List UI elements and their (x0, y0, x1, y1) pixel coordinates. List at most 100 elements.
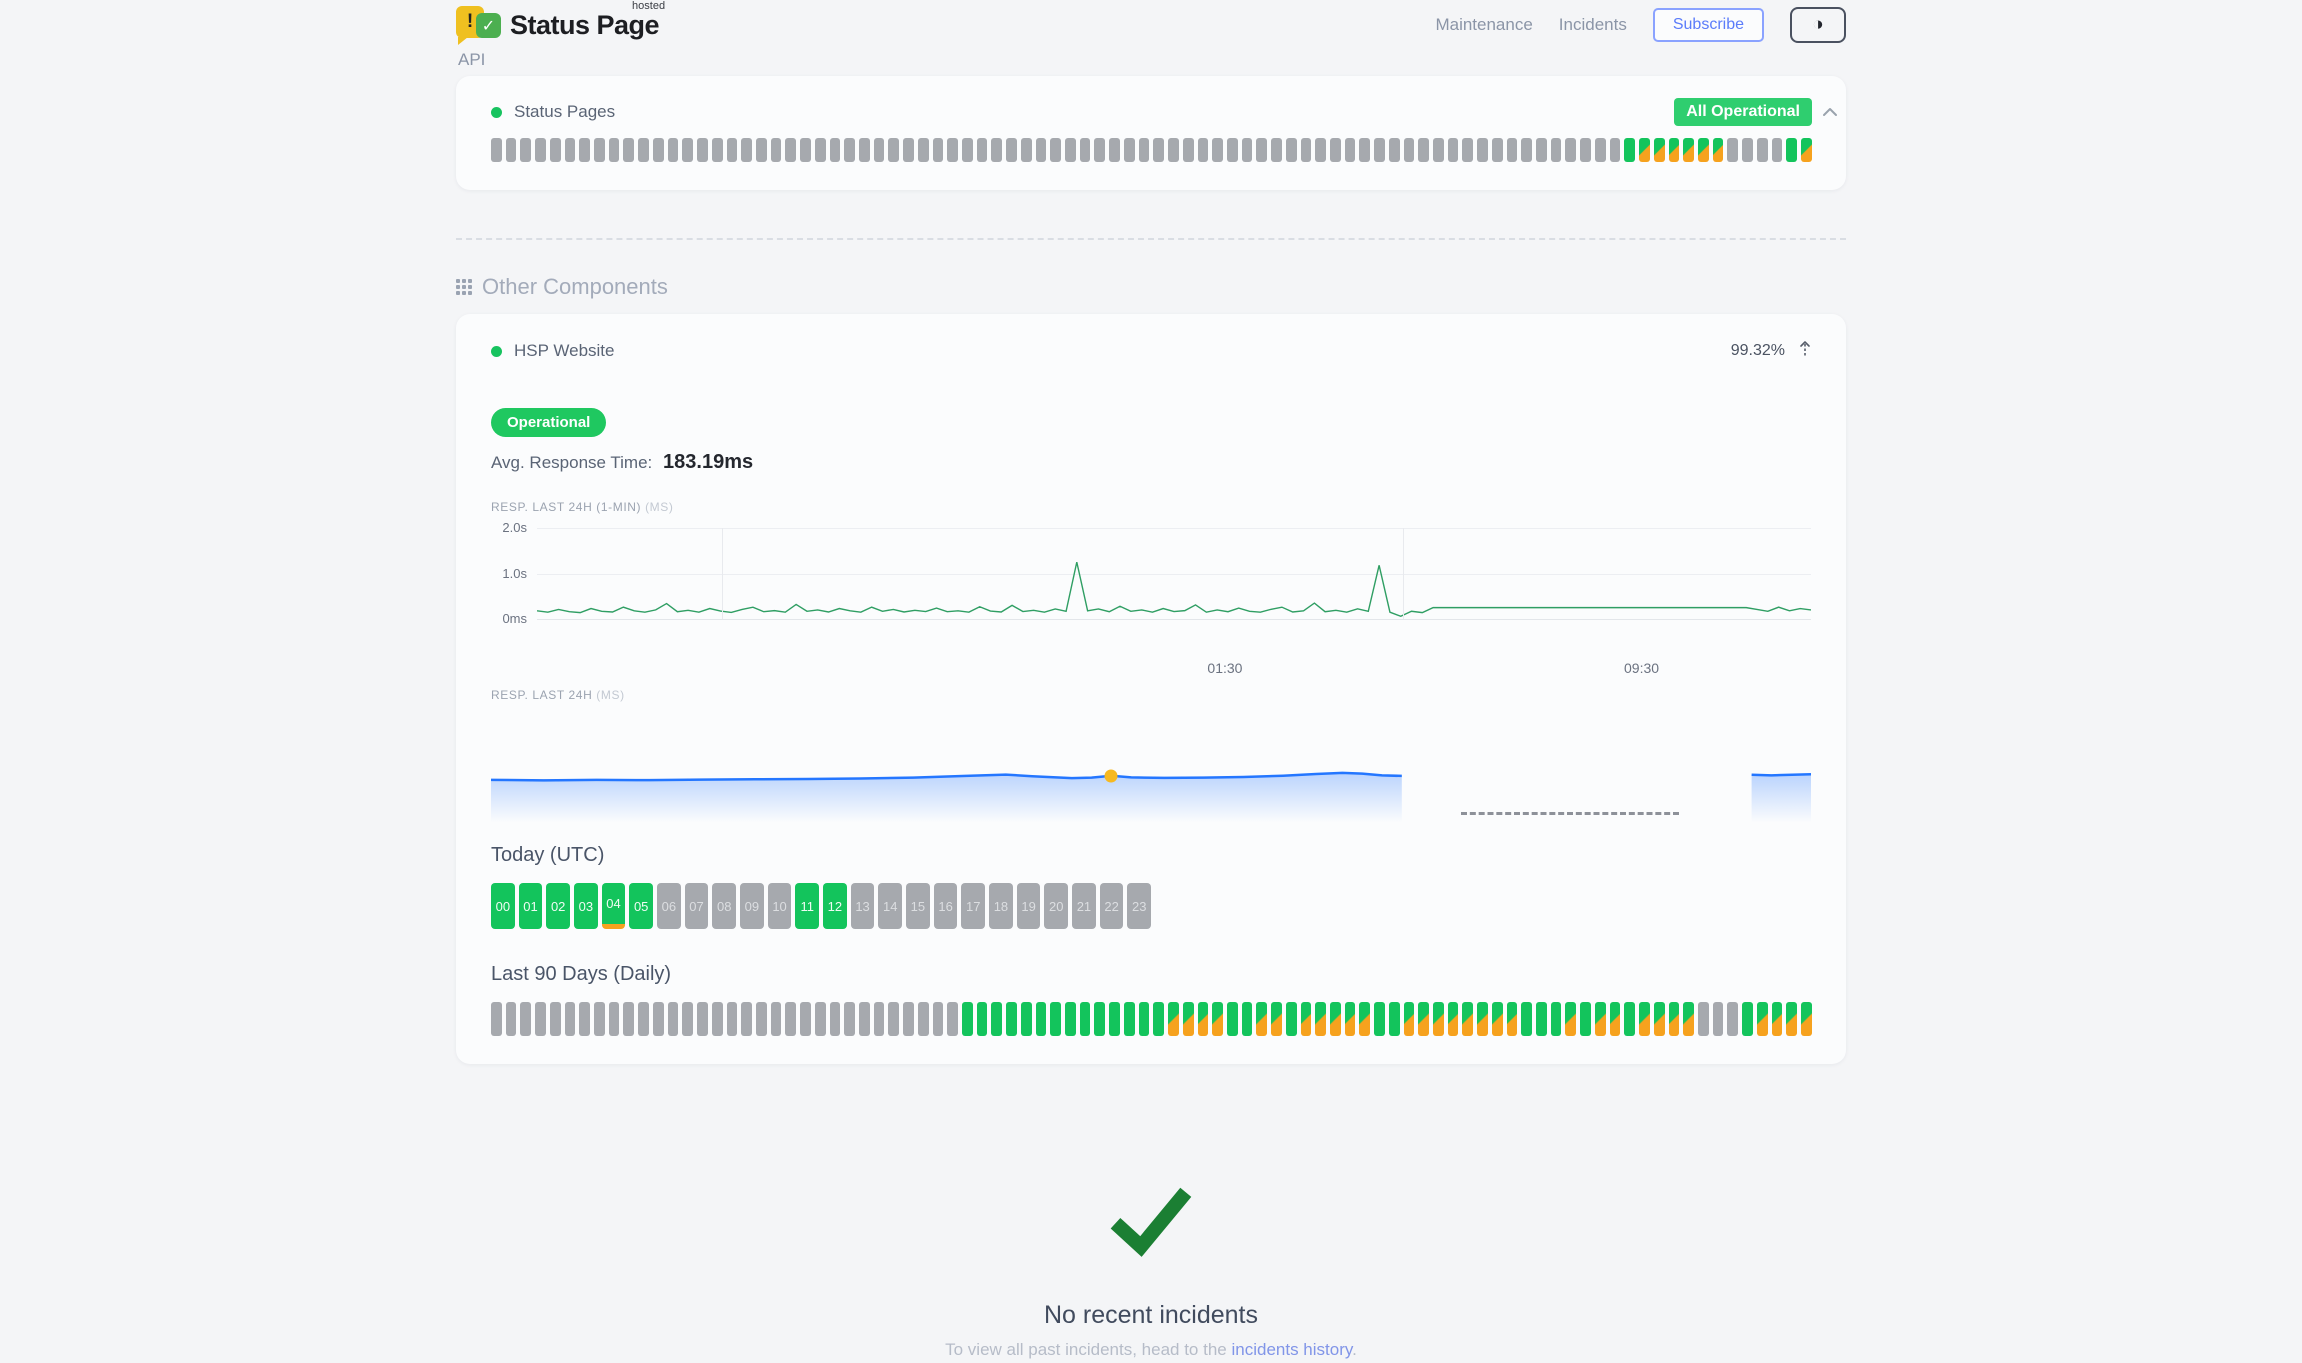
uptime-bar[interactable] (623, 1002, 634, 1036)
uptime-bar[interactable] (565, 138, 576, 162)
uptime-bar[interactable] (771, 138, 782, 162)
uptime-bar[interactable] (1536, 138, 1547, 162)
uptime-bar[interactable] (1786, 138, 1797, 162)
uptime-bar[interactable] (991, 138, 1002, 162)
uptime-bar[interactable] (1315, 138, 1326, 162)
uptime-bar[interactable] (1433, 1002, 1444, 1036)
uptime-bar[interactable] (1683, 138, 1694, 162)
uptime-bar[interactable] (741, 138, 752, 162)
uptime-bar[interactable] (962, 1002, 973, 1036)
uptime-bar[interactable] (1462, 1002, 1473, 1036)
uptime-bar[interactable] (1801, 138, 1812, 162)
uptime-bar[interactable] (1198, 1002, 1209, 1036)
uptime-bar[interactable] (1772, 1002, 1783, 1036)
uptime-bar[interactable] (1036, 1002, 1047, 1036)
uptime-bar[interactable] (1036, 138, 1047, 162)
uptime-bar[interactable] (697, 138, 708, 162)
uptime-bar[interactable] (1168, 138, 1179, 162)
uptime-bar[interactable] (1389, 138, 1400, 162)
uptime-bar[interactable] (712, 1002, 723, 1036)
uptime-bar[interactable] (1639, 138, 1650, 162)
hour-block-16[interactable]: 16 (934, 883, 958, 929)
uptime-bar[interactable] (1139, 138, 1150, 162)
uptime-bar[interactable] (506, 138, 517, 162)
hour-block-01[interactable]: 01 (519, 883, 543, 929)
hour-block-21[interactable]: 21 (1072, 883, 1096, 929)
uptime-bar[interactable] (1698, 1002, 1709, 1036)
uptime-bar[interactable] (1021, 1002, 1032, 1036)
uptime-bar[interactable] (1595, 138, 1606, 162)
uptime-bar[interactable] (1492, 138, 1503, 162)
uptime-bar[interactable] (1654, 1002, 1665, 1036)
uptime-bar[interactable] (1698, 138, 1709, 162)
uptime-bar[interactable] (623, 138, 634, 162)
uptime-bar[interactable] (1139, 1002, 1150, 1036)
hour-block-18[interactable]: 18 (989, 883, 1013, 929)
uptime-bar[interactable] (1153, 138, 1164, 162)
response-time-line-chart[interactable]: 2.0s 1.0s 0ms (537, 528, 1811, 620)
uptime-bar[interactable] (1345, 138, 1356, 162)
uptime-bar[interactable] (1492, 1002, 1503, 1036)
uptime-bar[interactable] (550, 1002, 561, 1036)
nav-incidents[interactable]: Incidents (1559, 15, 1627, 35)
uptime-bar[interactable] (1536, 1002, 1547, 1036)
response-time-area-chart[interactable] (491, 716, 1811, 828)
uptime-bar[interactable] (1345, 1002, 1356, 1036)
uptime-bar[interactable] (609, 138, 620, 162)
uptime-bar[interactable] (1654, 138, 1665, 162)
uptime-bar[interactable] (1227, 1002, 1238, 1036)
uptime-bar[interactable] (712, 138, 723, 162)
hour-block-06[interactable]: 06 (657, 883, 681, 929)
uptime-bar[interactable] (1448, 138, 1459, 162)
uptime-bar[interactable] (1551, 1002, 1562, 1036)
uptime-bar[interactable] (1301, 1002, 1312, 1036)
uptime-bar[interactable] (815, 1002, 826, 1036)
uptime-bar[interactable] (1713, 1002, 1724, 1036)
uptime-bar[interactable] (1477, 1002, 1488, 1036)
uptime-bar[interactable] (506, 1002, 517, 1036)
uptime-bar[interactable] (1624, 1002, 1635, 1036)
uptime-bar[interactable] (1565, 138, 1576, 162)
uptime-bar[interactable] (1374, 1002, 1385, 1036)
uptime-bar[interactable] (859, 1002, 870, 1036)
uptime-bar[interactable] (933, 138, 944, 162)
uptime-bar[interactable] (594, 138, 605, 162)
uptime-bar[interactable] (1301, 138, 1312, 162)
uptime-bar[interactable] (903, 138, 914, 162)
hour-block-17[interactable]: 17 (961, 883, 985, 929)
uptime-bar[interactable] (1610, 1002, 1621, 1036)
uptime-bar[interactable] (653, 138, 664, 162)
uptime-bar[interactable] (1315, 1002, 1326, 1036)
uptime-bar[interactable] (1006, 138, 1017, 162)
uptime-bar[interactable] (918, 1002, 929, 1036)
nav-maintenance[interactable]: Maintenance (1435, 15, 1532, 35)
uptime-bar[interactable] (844, 138, 855, 162)
overall-status-widget[interactable]: All Operational (1674, 98, 1838, 126)
uptime-bar[interactable] (594, 1002, 605, 1036)
uptime-bar[interactable] (756, 138, 767, 162)
uptime-bar[interactable] (1448, 1002, 1459, 1036)
hour-block-14[interactable]: 14 (878, 883, 902, 929)
uptime-bar[interactable] (830, 1002, 841, 1036)
uptime-bar[interactable] (1757, 1002, 1768, 1036)
uptime-bar[interactable] (888, 138, 899, 162)
uptime-bar[interactable] (1256, 138, 1267, 162)
uptime-bar[interactable] (1742, 138, 1753, 162)
incidents-history-link[interactable]: incidents history (1231, 1340, 1352, 1359)
uptime-bar[interactable] (1433, 138, 1444, 162)
uptime-bar[interactable] (1021, 138, 1032, 162)
uptime-bar[interactable] (1595, 1002, 1606, 1036)
uptime-bar[interactable] (1153, 1002, 1164, 1036)
uptime-bar[interactable] (741, 1002, 752, 1036)
uptime-bar[interactable] (1050, 1002, 1061, 1036)
uptime-bar[interactable] (1389, 1002, 1400, 1036)
uptime-bar[interactable] (1727, 1002, 1738, 1036)
hour-block-12[interactable]: 12 (823, 883, 847, 929)
uptime-bar[interactable] (1565, 1002, 1576, 1036)
hour-block-03[interactable]: 03 (574, 883, 598, 929)
uptime-bar[interactable] (1551, 138, 1562, 162)
uptime-bar[interactable] (520, 1002, 531, 1036)
uptime-bar[interactable] (727, 1002, 738, 1036)
hour-block-13[interactable]: 13 (851, 883, 875, 929)
uptime-bar[interactable] (579, 138, 590, 162)
